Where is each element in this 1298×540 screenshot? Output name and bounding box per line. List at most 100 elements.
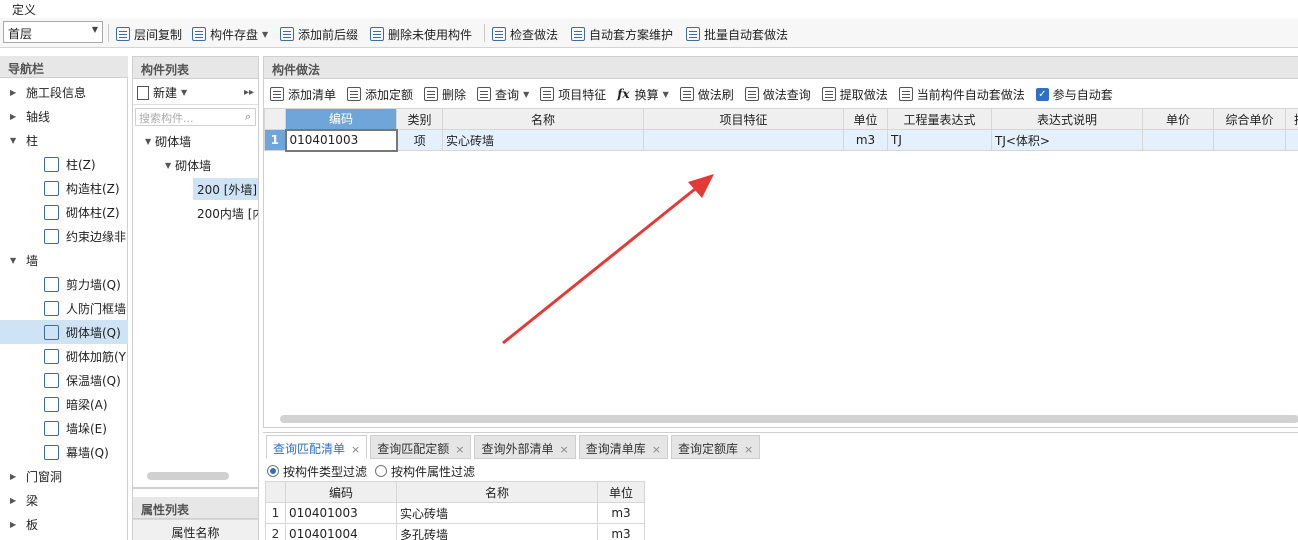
column-header-code[interactable]: 编码 [285, 108, 397, 130]
column-header-expression-desc[interactable]: 表达式说明 [991, 108, 1143, 130]
item-feature-button[interactable]: 项目特征 [540, 86, 606, 103]
cell-code[interactable]: 010401004 [285, 523, 397, 540]
nav-item-door-window[interactable]: ▶ 门窗洞 [0, 464, 128, 488]
tab-query-matching-bill[interactable]: 查询匹配清单 × [266, 435, 368, 459]
method-query-button[interactable]: 做法查询 [744, 86, 811, 103]
nav-item-masonry-reinforcement[interactable]: 砌体加筋(Y [0, 344, 128, 368]
copy-between-floors-button[interactable]: 层间复制 [116, 25, 182, 43]
search-icon[interactable]: ⌕ [245, 110, 251, 124]
nav-item-wall-pier[interactable]: 墙垛(E) [0, 416, 128, 440]
cell-code[interactable]: 010401003 [284, 128, 398, 152]
nav-item-civil-defense-wall[interactable]: 人防门框墙 [0, 296, 128, 320]
component-list-scrollbar[interactable] [147, 472, 229, 480]
close-icon[interactable]: × [351, 443, 360, 456]
chevron-right-icon: ▶ [10, 87, 17, 97]
nav-item-curtain-wall[interactable]: 幕墙(Q) [0, 440, 128, 464]
column-header-unit[interactable]: 单位 [597, 481, 645, 503]
nav-item-boundary-member[interactable]: 约束边缘非 [0, 224, 128, 248]
cell-category[interactable]: 项 [396, 129, 443, 151]
participate-auto-checkbox[interactable]: ✓ 参与自动套 [1035, 86, 1113, 103]
filter-by-property-radio[interactable] [375, 465, 388, 477]
query-button[interactable]: 查询 ▼ [477, 86, 529, 103]
nav-panel: ▶ 施工段信息 ▶ 轴线 ▼ 柱 柱(Z) 构造柱(Z) 砌体柱(Z) 约束边缘非 ▼… [0, 78, 128, 540]
batch-auto-method-button[interactable]: 批量自动套做法 [686, 25, 788, 43]
table-row[interactable]: 1 010401003 项 实心砖墙 m3 TJ TJ<体积> [264, 128, 1298, 152]
tab-query-external-bill[interactable]: 查询外部清单 × [474, 435, 576, 459]
cell-feature[interactable] [643, 129, 844, 151]
nav-item-beam[interactable]: ▶ 梁 [0, 488, 128, 512]
column-header-name[interactable]: 名称 [396, 481, 598, 503]
conversion-button[interactable]: fx 换算 ▼ [617, 86, 669, 103]
chevron-down-icon: ▼ [662, 89, 669, 99]
nav-item-axis[interactable]: ▶ 轴线 [0, 104, 128, 128]
nav-item-label: 人防门框墙 [66, 301, 127, 316]
filter-by-type-label: 按构件类型过滤 [283, 464, 368, 479]
nav-item-wall-group[interactable]: ▼ 墙 [0, 248, 128, 272]
add-quota-button[interactable]: 添加定额 [347, 86, 413, 103]
close-icon[interactable]: × [652, 443, 661, 456]
nav-item-insulation-wall[interactable]: 保温墙(Q) [0, 368, 128, 392]
nav-item-constructional-column[interactable]: 构造柱(Z) [0, 176, 128, 200]
menu-define[interactable]: 定义 [12, 1, 36, 18]
extract-method-button[interactable]: 提取做法 [821, 86, 888, 103]
tree-item-masonry-wall-group[interactable]: ▼ 砌体墙 [165, 154, 211, 176]
row-number[interactable]: 1 [264, 129, 286, 151]
tab-query-bill-library[interactable]: 查询清单库 × [578, 435, 668, 459]
column-header-composite-price[interactable]: 综合单价 [1213, 108, 1286, 130]
column-header-unit[interactable]: 单位 [843, 108, 888, 130]
cell-name[interactable]: 实心砖墙 [396, 502, 598, 524]
column-header-expression[interactable]: 工程量表达式 [887, 108, 992, 130]
nav-item-column[interactable]: 柱(Z) [0, 152, 128, 176]
tree-item-200-exterior-wall[interactable]: 200 [外墙] [193, 178, 258, 200]
tree-item-200-interior-wall[interactable]: 200内墙 [内 [197, 202, 258, 224]
more-icon[interactable]: ▸▸ [244, 87, 254, 98]
component-search-input[interactable]: 搜索构件... ⌕ [135, 108, 256, 126]
save-component-button[interactable]: 构件存盘 ▼ [192, 25, 268, 43]
floor-select[interactable]: 首层 ▼ [3, 21, 103, 43]
add-prefix-suffix-button[interactable]: 添加前后缀 [280, 25, 358, 43]
tab-query-quota-library[interactable]: 查询定额库 × [670, 435, 761, 459]
cell-unit[interactable]: m3 [843, 129, 888, 151]
add-bill-button[interactable]: 添加清单 [270, 86, 336, 103]
nav-item-hidden-beam[interactable]: 暗梁(A) [0, 392, 128, 416]
column-header-category[interactable]: 类别 [396, 108, 443, 130]
check-method-button[interactable]: 检查做法 [492, 25, 558, 43]
close-icon[interactable]: × [455, 443, 464, 456]
tree-item-masonry-wall-type[interactable]: ▼ 砌体墙 [145, 130, 191, 152]
filter-by-type-radio[interactable] [267, 465, 279, 477]
cell-code[interactable]: 010401003 [285, 502, 397, 524]
cell-unit[interactable]: m3 [597, 502, 645, 524]
nav-item-shear-wall[interactable]: 剪力墙(Q) [0, 272, 128, 296]
tab-query-matching-quota[interactable]: 查询匹配定额 × [370, 435, 472, 459]
table-row[interactable]: 1 010401003 实心砖墙 m3 [265, 502, 645, 524]
nav-item-masonry-column[interactable]: 砌体柱(Z) [0, 200, 128, 224]
cell-price[interactable] [1142, 129, 1214, 151]
auto-apply-current-button[interactable]: 当前构件自动套做法 [898, 86, 1025, 103]
delete-button[interactable]: 删除 [424, 86, 466, 103]
cell-expression[interactable]: TJ [887, 129, 992, 151]
cell-unit[interactable]: m3 [597, 523, 645, 540]
method-table-scrollbar[interactable] [280, 415, 1298, 423]
method-brush-button[interactable]: 做法刷 [679, 86, 734, 103]
delete-unused-button[interactable]: 删除未使用构件 [370, 25, 472, 43]
new-component-button[interactable]: 新建 ▼ [137, 84, 187, 101]
cell-expression-desc[interactable]: TJ<体积> [991, 129, 1143, 151]
nav-item-column-group[interactable]: ▼ 柱 [0, 128, 128, 152]
floor-select-value: 首层 [8, 27, 33, 41]
cell-name[interactable]: 实心砖墙 [442, 129, 644, 151]
column-header-price[interactable]: 单价 [1142, 108, 1214, 130]
column-header-name[interactable]: 名称 [442, 108, 644, 130]
nav-item-slab[interactable]: ▶ 板 [0, 512, 128, 536]
table-row[interactable]: 2 010401004 多孔砖墙 m3 [265, 523, 645, 540]
cell-composite-price[interactable] [1213, 129, 1286, 151]
auto-scheme-maintain-button[interactable]: 自动套方案维护 [571, 25, 673, 43]
close-icon[interactable]: × [744, 443, 753, 456]
cell-name[interactable]: 多孔砖墙 [396, 523, 598, 540]
column-header-feature[interactable]: 项目特征 [643, 108, 844, 130]
cell-measure[interactable] [1285, 129, 1298, 151]
column-header-measure[interactable]: 措 [1285, 108, 1298, 130]
close-icon[interactable]: × [559, 443, 568, 456]
nav-item-masonry-wall[interactable]: 砌体墙(Q) [0, 320, 128, 344]
column-header-code[interactable]: 编码 [285, 481, 397, 503]
nav-item-construction-section[interactable]: ▶ 施工段信息 [0, 80, 128, 104]
